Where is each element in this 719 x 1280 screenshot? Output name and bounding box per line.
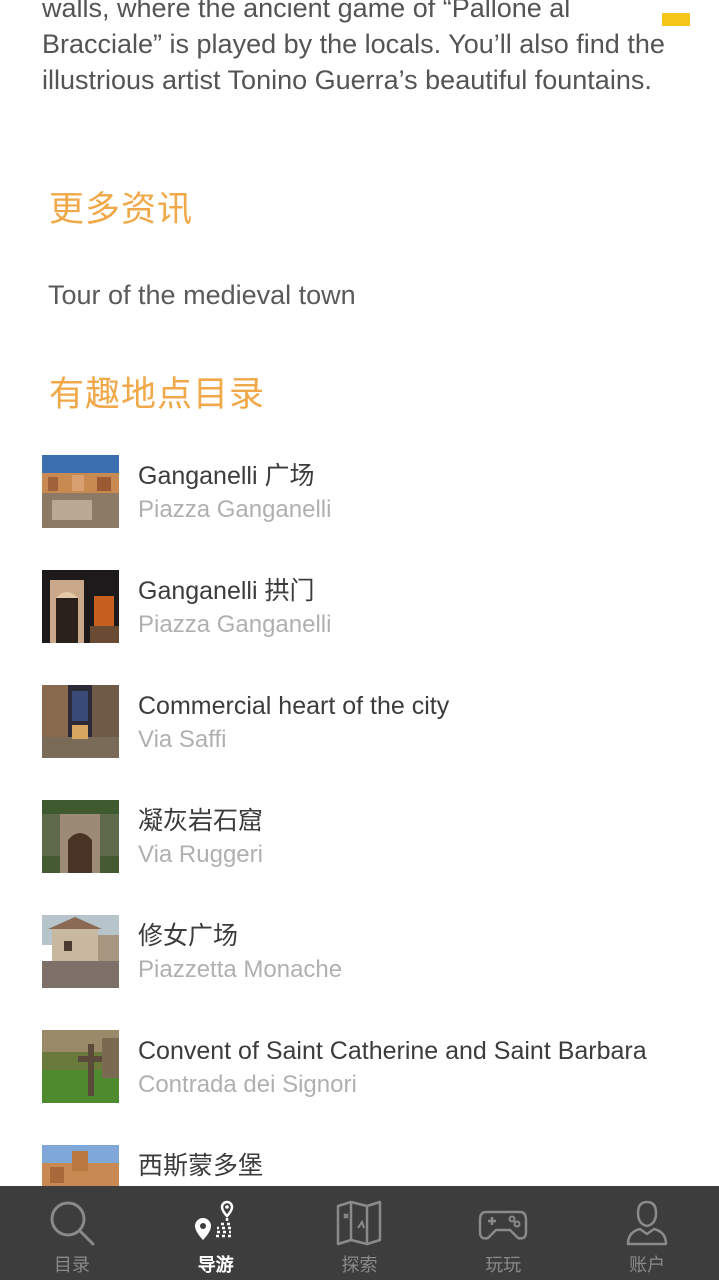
- guide-detail-screen: walls, where the ancient game of “Pallon…: [0, 0, 719, 1280]
- route-pin-icon: [191, 1198, 241, 1248]
- poi-title: 修女广场: [138, 922, 239, 950]
- poi-title: Convent of Saint Catherine and Saint Bar…: [138, 1037, 647, 1065]
- poi-thumbnail: [42, 915, 119, 988]
- poi-list-item[interactable]: 修女广场 Piazzetta Monache: [0, 915, 719, 1030]
- intro-paragraph: walls, where the ancient game of “Pallon…: [42, 0, 665, 95]
- poi-subtitle: Piazza Ganganelli: [138, 611, 332, 638]
- poi-subtitle: Via Saffi: [138, 726, 227, 753]
- search-icon: [47, 1198, 97, 1248]
- tab-play[interactable]: 玩玩: [431, 1186, 575, 1280]
- poi-title: Ganganelli 拱门: [138, 577, 315, 605]
- poi-list-item[interactable]: Convent of Saint Catherine and Saint Bar…: [0, 1030, 719, 1145]
- map-icon: [334, 1198, 384, 1248]
- poi-list-item[interactable]: Commercial heart of the city Via Saffi: [0, 685, 719, 800]
- tab-catalog[interactable]: 目录: [0, 1186, 144, 1280]
- tour-link[interactable]: Tour of the medieval town: [48, 278, 356, 312]
- poi-title: 凝灰岩石窟: [138, 807, 264, 835]
- poi-thumbnail: [42, 685, 119, 758]
- poi-title: Commercial heart of the city: [138, 692, 450, 720]
- gamepad-icon: [478, 1198, 528, 1248]
- tab-label: 账户: [629, 1255, 666, 1275]
- poi-subtitle: Via Ruggeri: [138, 841, 263, 868]
- poi-list: Ganganelli 广场 Piazza Ganganelli Ganganel…: [0, 455, 719, 1260]
- poi-title: 西斯蒙多堡: [138, 1152, 264, 1180]
- tab-explore[interactable]: 探索: [288, 1186, 432, 1280]
- poi-thumbnail: [42, 455, 119, 528]
- user-icon: [622, 1198, 672, 1248]
- poi-subtitle: Piazzetta Monache: [138, 956, 343, 983]
- tab-label: 探索: [341, 1255, 378, 1275]
- poi-thumbnail: [42, 570, 119, 643]
- poi-subtitle: Contrada dei Signori: [138, 1071, 357, 1098]
- poi-subtitle: Piazza Ganganelli: [138, 496, 332, 523]
- tab-label: 目录: [53, 1255, 90, 1275]
- tab-label: 导游: [197, 1255, 234, 1275]
- poi-list-item[interactable]: Ganganelli 拱门 Piazza Ganganelli: [0, 570, 719, 685]
- poi-list-item[interactable]: 凝灰岩石窟 Via Ruggeri: [0, 800, 719, 915]
- poi-title: Ganganelli 广场: [138, 462, 315, 490]
- poi-list-heading: 有趣地点目录: [49, 375, 266, 414]
- poi-list-item[interactable]: Ganganelli 广场 Piazza Ganganelli: [0, 455, 719, 570]
- tab-label: 玩玩: [485, 1255, 522, 1275]
- more-info-heading: 更多资讯: [49, 190, 194, 229]
- tab-account[interactable]: 账户: [575, 1186, 719, 1280]
- poi-thumbnail: [42, 1030, 119, 1103]
- bottom-tab-bar: 目录 导游 探索 玩玩 账户: [0, 1186, 719, 1280]
- poi-thumbnail: [42, 800, 119, 873]
- tab-guide[interactable]: 导游: [144, 1186, 288, 1280]
